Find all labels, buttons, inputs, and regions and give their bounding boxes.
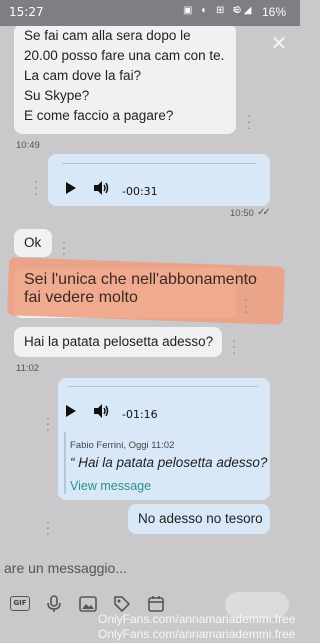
message-timestamp: 11:02 xyxy=(16,363,40,374)
volume-icon[interactable] xyxy=(92,179,110,197)
more-options-icon[interactable]: · · · xyxy=(246,108,252,134)
more-options-icon[interactable]: · · · xyxy=(33,174,39,200)
waveform xyxy=(68,386,258,387)
tag-icon[interactable] xyxy=(112,594,132,614)
message-line: fai vedere molto xyxy=(24,289,138,306)
message-bubble-incoming[interactable]: Se fai cam alla sera dopo le 20.00 posso… xyxy=(14,26,236,134)
message-line: Ok xyxy=(24,235,42,250)
microphone-icon[interactable] xyxy=(44,594,64,614)
status-bar: 15:27 ▣ ◐ ⊞ ⊙ ⚟ ◢ 16% xyxy=(0,0,300,26)
read-receipt-icon: ✓✓ xyxy=(257,207,271,218)
play-icon[interactable] xyxy=(66,182,76,194)
chat-thread[interactable]: Se fai cam alla sera dopo le 20.00 posso… xyxy=(0,26,300,546)
watermark-text: OnlyFans.com/annamariademmi.free xyxy=(98,612,296,626)
voice-message-bubble[interactable]: -00:31 xyxy=(48,154,270,206)
message-composer xyxy=(0,546,300,590)
message-bubble-incoming[interactable]: Hai la patata pelosetta adesso? xyxy=(14,327,222,357)
more-options-icon[interactable]: · · · xyxy=(231,333,237,359)
battery-level: 16% xyxy=(262,5,287,19)
highlighted-message-text: Sei l'unica che nell'abbonamento fai ved… xyxy=(14,268,257,318)
gif-icon[interactable]: GIF xyxy=(10,596,30,611)
more-options-icon[interactable]: · · · xyxy=(243,292,249,318)
image-icon[interactable] xyxy=(78,594,98,614)
message-line: Se fai cam alla sera dopo le xyxy=(24,28,191,43)
message-line: Sei l'unica che nell'abbonamento xyxy=(24,271,257,288)
message-line: 20.00 posso fare una cam con te. xyxy=(24,48,225,63)
message-input[interactable] xyxy=(0,546,300,590)
clock: 15:27 xyxy=(9,5,44,19)
message-line: Hai la patata pelosetta adesso? xyxy=(24,334,214,349)
play-icon[interactable] xyxy=(66,405,76,417)
waveform xyxy=(62,163,256,164)
more-options-icon[interactable]: · · · xyxy=(61,234,67,260)
voice-duration: -01:16 xyxy=(122,408,158,421)
watermark-text: OnlyFans.com/annamariademmi.free xyxy=(98,627,296,641)
voice-player[interactable]: -01:16 xyxy=(66,402,186,426)
message-bubble-outgoing[interactable]: No adesso no tesoro xyxy=(128,504,270,534)
volume-icon[interactable] xyxy=(92,402,110,420)
voice-player[interactable]: -00:31 xyxy=(66,179,186,203)
message-bubble-incoming[interactable]: Ok xyxy=(14,229,52,257)
message-line: La cam dove la fai? xyxy=(24,68,142,83)
signal-icons: ⚟ ◢ xyxy=(232,5,252,16)
more-options-icon[interactable]: · · · xyxy=(45,410,51,436)
message-line: E come faccio a pagare? xyxy=(24,108,174,123)
more-options-icon[interactable]: · · · xyxy=(45,514,51,540)
voice-reply-bubble[interactable]: -01:16 Fabio Ferrini, Oggi 11:02 “ Hai l… xyxy=(58,378,270,500)
view-message-link[interactable]: View message xyxy=(70,476,151,496)
quote-bar xyxy=(64,432,66,494)
message-timestamp: 10:50 xyxy=(230,208,254,219)
composer-toolbar: GIF OnlyFans.com/annamariademmi.free Onl… xyxy=(0,592,300,643)
calendar-icon[interactable] xyxy=(146,594,166,614)
voice-duration: -00:31 xyxy=(122,185,158,198)
message-line: Su Skype? xyxy=(24,88,90,103)
message-line: No adesso no tesoro xyxy=(138,511,263,526)
message-timestamp: 10:49 xyxy=(16,140,40,151)
quote-text: “ Hai la patata pelosetta adesso? xyxy=(70,455,268,470)
